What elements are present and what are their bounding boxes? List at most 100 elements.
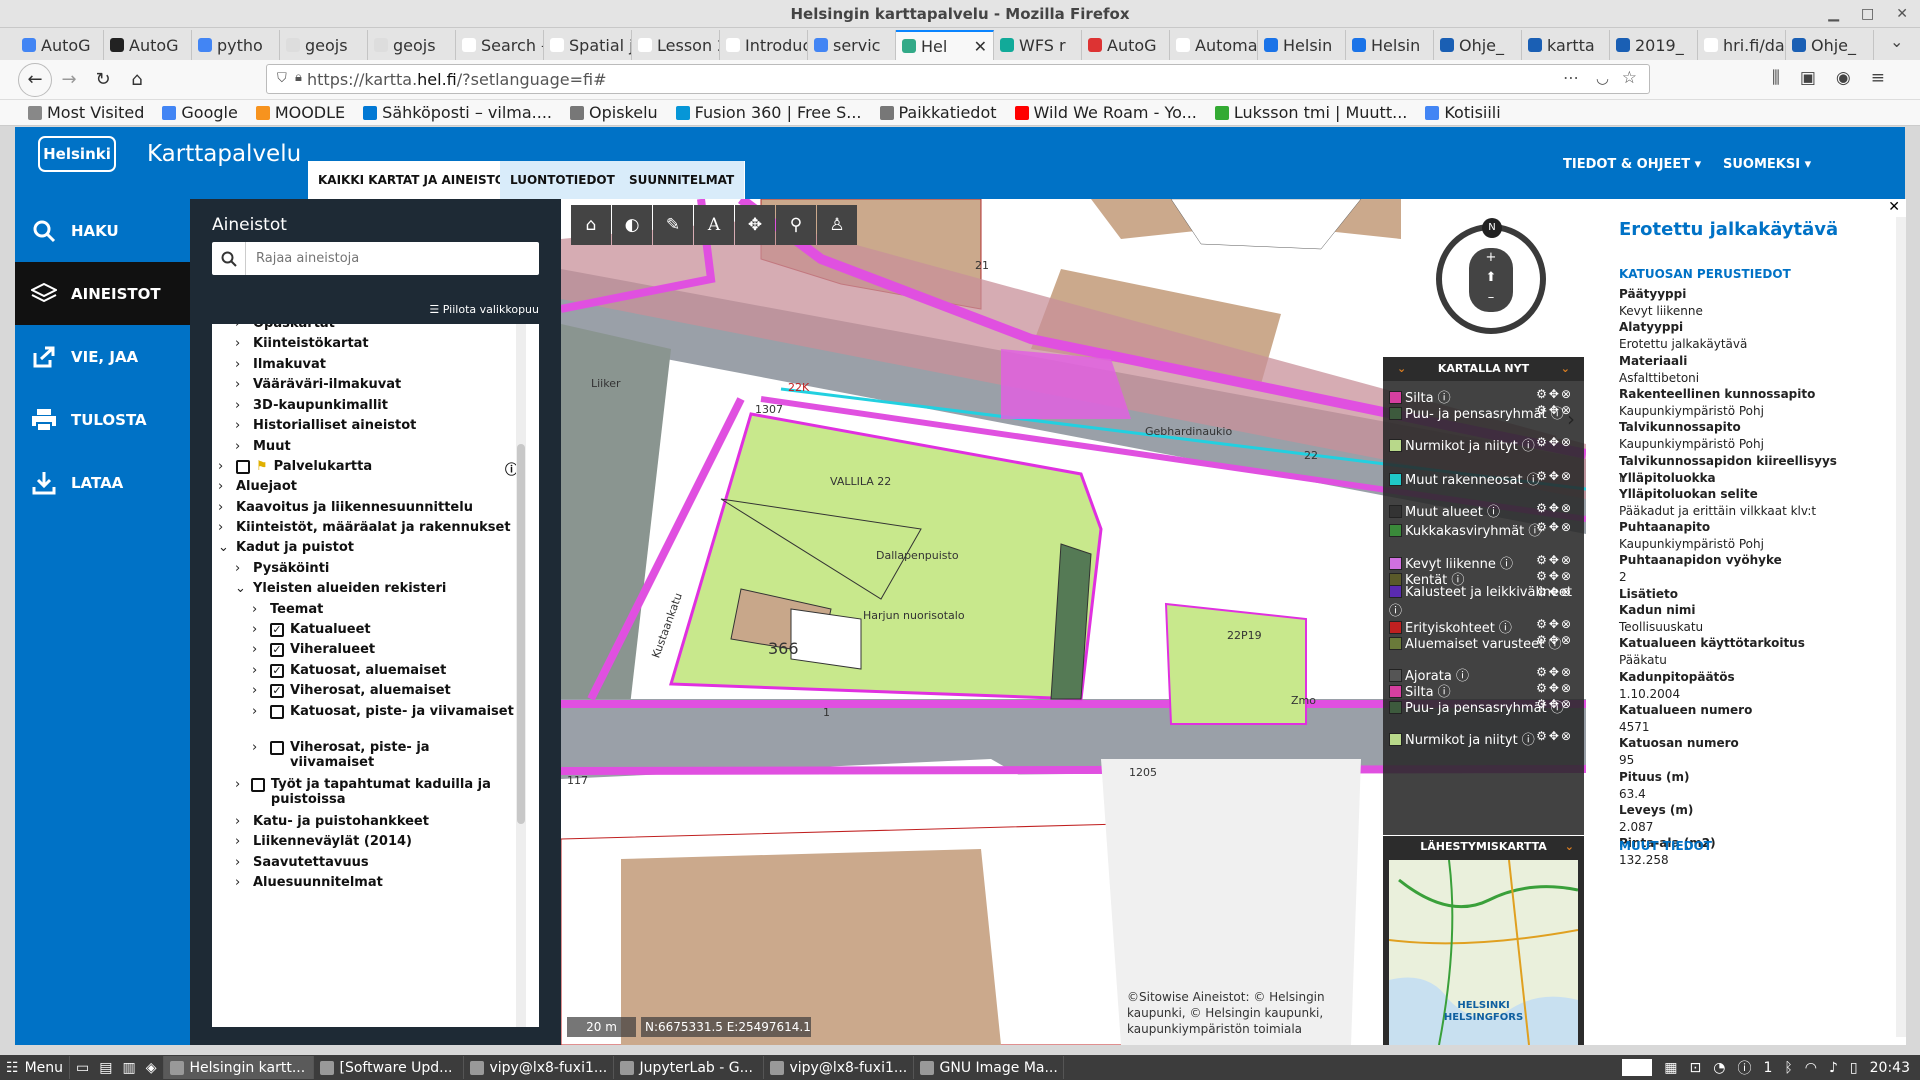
tab-overflow-icon[interactable]: ⌄ [1890, 32, 1903, 51]
close-tab-icon[interactable]: ✕ [974, 37, 987, 56]
tree-node[interactable]: › Teemat [252, 602, 518, 617]
bookmark-item[interactable]: Kotisiili [1425, 103, 1501, 122]
browser-tab[interactable]: Spatial jo [544, 30, 632, 60]
browser-tab[interactable]: Lesson 2 [632, 30, 720, 60]
bookmark-item[interactable]: MOODLE [255, 103, 345, 122]
layer-controls-icon[interactable]: ⚙✥⊗ [1536, 697, 1573, 711]
layer-checkbox[interactable] [236, 460, 250, 474]
pan-icon[interactable]: ✥ [735, 205, 775, 245]
layer-controls-icon[interactable]: ⚙✥⊗ [1536, 681, 1573, 695]
chevron-right-icon[interactable]: › [235, 777, 245, 792]
info-guides-menu[interactable]: TIEDOT & OHJEET ▾ [1563, 157, 1701, 172]
bookmark-item[interactable]: Sähköposti – vilma.... [363, 103, 552, 122]
layer-row[interactable]: Kalusteet ja leikkivälineet ⓘ ⚙✥⊗ [1389, 585, 1579, 619]
tree-node[interactable]: › ✓ Viheralueet [252, 642, 518, 657]
browser-tab[interactable]: AutoG [16, 30, 104, 60]
notification-icon[interactable]: ⓘ [1737, 1058, 1751, 1078]
tree-node[interactable]: › Aluejaot [218, 479, 518, 494]
layer-row[interactable]: Puu- ja pensasryhmät ⓘ ⚙✥⊗ [1389, 697, 1579, 716]
bookmark-item[interactable]: Google [162, 103, 238, 122]
chevron-right-icon[interactable]: › [235, 439, 247, 454]
tree-node[interactable]: › Kiinteistökartat [235, 336, 518, 351]
chevron-right-icon[interactable]: › [235, 875, 247, 890]
street-view-icon[interactable]: ♙ [817, 205, 857, 245]
taskbar-window[interactable]: [Software Upd... [314, 1056, 464, 1079]
tree-node[interactable]: › Kiinteistöt, määräalat ja rakennukset [218, 520, 518, 535]
layer-controls-icon[interactable]: ⚙✥⊗ [1536, 729, 1573, 743]
reset-rotation-icon[interactable]: ⬆ [1469, 268, 1513, 288]
browser-tab[interactable]: geojs [280, 30, 368, 60]
helsinki-logo[interactable]: Helsinki [38, 136, 116, 172]
sidebar-item-print[interactable]: TULOSTA [15, 388, 190, 451]
library-icon[interactable]: ⫼ [1772, 68, 1780, 88]
tree-node[interactable]: › Kaavoitus ja liikennesuunnittelu [218, 500, 518, 515]
info-icon[interactable]: ⓘ [1518, 733, 1535, 748]
tree-node[interactable]: › Vääräväri-ilmakuvat [235, 377, 518, 392]
browser-tab[interactable]: WFS r [994, 30, 1082, 60]
folder-icon[interactable]: ▥ [122, 1060, 135, 1076]
layer-checkbox[interactable]: ✓ [270, 664, 284, 678]
layer-controls-icon[interactable]: ⚙✥⊗ [1536, 435, 1573, 449]
tree-scroll-thumb[interactable] [517, 444, 525, 824]
chevron-right-icon[interactable]: › [235, 418, 247, 433]
chevron-down-icon[interactable]: ⌄ [1565, 836, 1574, 858]
tracking-shield-icon[interactable]: ⛉ [277, 71, 287, 86]
measure-icon[interactable]: ✎ [653, 205, 693, 245]
info-icon[interactable]: ⓘ [1483, 505, 1500, 520]
layer-controls-icon[interactable]: ⚙✥⊗ [1536, 585, 1573, 599]
browser-tab[interactable]: Introduct [720, 30, 808, 60]
layer-row[interactable]: Muut rakenneosat ⓘ ⚙✥⊗ [1389, 469, 1579, 488]
tree-node[interactable]: › Katu- ja puistohankkeet [235, 814, 518, 829]
chevron-right-icon[interactable]: › [235, 336, 247, 351]
taskbar-window[interactable]: GNU Image Ma... [914, 1056, 1064, 1079]
map-compass[interactable]: N + ⬆ – [1436, 218, 1546, 334]
chevron-right-icon[interactable]: › [235, 814, 247, 829]
chevron-right-icon[interactable]: › [218, 500, 230, 515]
workspace-icon[interactable]: ▦ [1664, 1060, 1677, 1076]
taskbar-window[interactable]: vipy@lx8-fuxi1... [764, 1056, 914, 1079]
layer-controls-icon[interactable]: ⚙✥⊗ [1536, 665, 1573, 679]
chevron-down-icon[interactable]: ⌄ [1561, 357, 1570, 381]
info-icon[interactable]: ⓘ [1518, 439, 1535, 454]
forward-button[interactable]: → [52, 63, 86, 97]
bookmark-item[interactable]: Wild We Roam - Yo... [1014, 103, 1197, 122]
chevron-right-icon[interactable]: › [235, 398, 247, 413]
hide-menu-tree-link[interactable]: ☰ Piilota valikkopuu [429, 303, 539, 316]
browser-tab[interactable]: Search – [456, 30, 544, 60]
layer-controls-icon[interactable]: ⚙✥⊗ [1536, 501, 1573, 515]
screenshot-icon[interactable]: ⊡ [1689, 1060, 1701, 1076]
tree-node[interactable]: › Työt ja tapahtumat kaduilla ja puistois… [235, 777, 518, 807]
bookmark-item[interactable]: Paikkatiedot [879, 103, 997, 122]
chevron-right-icon[interactable]: › [218, 479, 230, 494]
chevron-down-icon[interactable]: ⌄ [235, 581, 247, 596]
close-window-icon[interactable]: ✕ [1896, 0, 1908, 28]
layer-controls-icon[interactable]: ⚙✥⊗ [1536, 617, 1573, 631]
browser-tab[interactable]: pytho [192, 30, 280, 60]
tree-node[interactable]: › Pysäköinti [235, 561, 518, 576]
close-icon[interactable]: ✕ [1888, 199, 1900, 215]
desktop-icon[interactable]: ▭ [76, 1060, 89, 1076]
layer-checkbox[interactable]: ✓ [270, 623, 284, 637]
browser-tab[interactable]: geojs [368, 30, 456, 60]
layer-controls-icon[interactable]: ⚙✥⊗ [1536, 633, 1573, 647]
layer-checkbox[interactable]: ✓ [270, 684, 284, 698]
chevron-right-icon[interactable]: › [218, 459, 230, 474]
chevron-down-icon[interactable]: ⌄ [1397, 357, 1406, 381]
chevron-right-icon[interactable]: › [252, 740, 264, 755]
chevron-right-icon[interactable]: › [252, 663, 264, 678]
layer-row[interactable]: Puu- ja pensasryhmät ⓘ ⚙✥⊗ [1389, 403, 1579, 422]
chevron-down-icon[interactable]: ⌄ [218, 540, 230, 555]
location-pin-icon[interactable]: ⚲ [776, 205, 816, 245]
browser-tab[interactable]: servic [808, 30, 896, 60]
pocket-icon[interactable]: ◡ [1596, 69, 1609, 87]
layer-controls-icon[interactable]: ⚙✥⊗ [1536, 469, 1573, 483]
sidebar-item-share[interactable]: VIE, JAA [15, 325, 190, 388]
home-button[interactable]: ⌂ [120, 63, 154, 97]
tab-all-maps[interactable]: KAIKKI KARTAT JA AINEISTOT [308, 161, 525, 199]
tree-node[interactable]: › Saavutettavuus [235, 855, 518, 870]
tree-node[interactable]: › ✓ Katuosat, aluemaiset [252, 663, 518, 678]
chevron-right-icon[interactable]: › [252, 683, 264, 698]
tree-scrollbar[interactable] [516, 324, 526, 1027]
clock[interactable]: 20:43 [1870, 1060, 1910, 1076]
tree-node[interactable]: › Ilmakuvat [235, 357, 518, 372]
